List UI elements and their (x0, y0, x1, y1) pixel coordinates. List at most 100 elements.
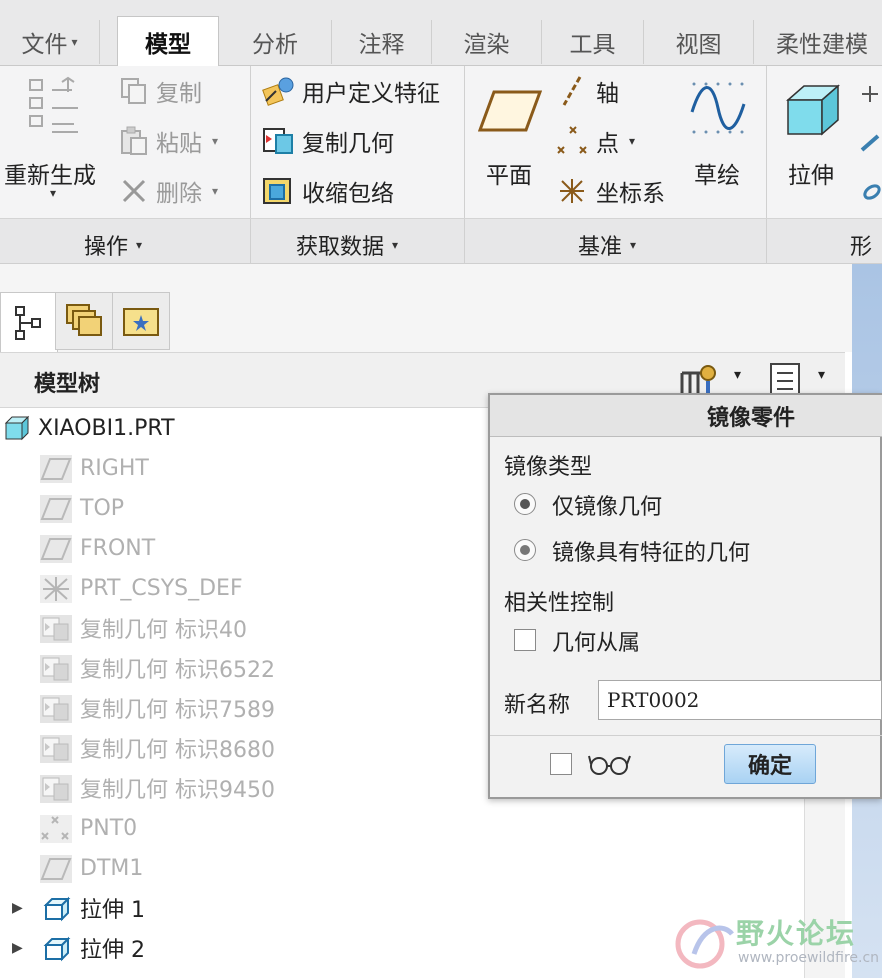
tree-item-label: 复制几何 标识7589 (80, 698, 275, 723)
tree-item-label: 复制几何 标识6522 (80, 658, 275, 683)
part-icon (4, 415, 30, 441)
geometry-dependent-checkbox[interactable]: 几何从属 (510, 625, 710, 656)
group-operations-menu[interactable]: 操作 ▾ (84, 229, 142, 261)
chevron-down-icon[interactable]: ▾ (629, 134, 635, 148)
expand-arrow-icon[interactable]: ▶ (12, 940, 23, 956)
tab-annotate[interactable]: 注释 (332, 20, 432, 64)
chevron-down-icon: ▾ (392, 238, 399, 252)
extrude-button[interactable]: 拉伸 (780, 74, 846, 214)
chevron-down-icon[interactable]: ▾ (212, 134, 218, 148)
tab-view[interactable]: 视图 (644, 20, 754, 64)
datum-plane-icon (478, 90, 542, 132)
tab-tools[interactable]: 工具 (542, 20, 644, 64)
datum-point-button[interactable]: 点 ▾ (556, 124, 635, 158)
tab-analysis[interactable]: 分析 (219, 20, 332, 64)
datum-axis-label: 轴 (596, 81, 619, 107)
dialog-title: 镜像零件 (706, 405, 795, 431)
chevron-down-icon[interactable]: ▾ (734, 367, 741, 383)
watermark-url: www.proewildfire.cn (738, 950, 880, 966)
tab-view-label: 视图 (675, 32, 722, 58)
group-get-data-label: 获取数据 (296, 235, 385, 260)
chevron-down-icon[interactable]: ▾ (818, 367, 825, 383)
glasses-icon[interactable] (588, 751, 632, 777)
shrinkwrap-button[interactable]: 收缩包络 (262, 174, 394, 208)
tab-flexible-modeling-label: 柔性建模 (776, 32, 868, 58)
paste-label: 粘贴 (156, 131, 202, 157)
radio-geometry-only[interactable]: 仅镜像几何 (510, 489, 870, 520)
forum-watermark: 野火论坛 www.proewildfire.cn (672, 910, 882, 978)
tree-item-label: TOP (80, 495, 125, 521)
sweep-icon[interactable] (858, 130, 882, 156)
copy-button[interactable]: 复制 (118, 74, 202, 108)
udf-button[interactable]: 用户定义特征 (262, 74, 440, 108)
group-datum-label: 基准 (578, 235, 623, 260)
ok-button[interactable]: 确定 (724, 744, 816, 784)
tab-model-label: 模型 (145, 32, 191, 58)
radio-button[interactable] (514, 539, 536, 561)
tree-item-label: PRT_CSYS_DEF (80, 575, 243, 601)
datum-plane-icon (40, 535, 72, 563)
chevron-down-icon: ▾ (71, 35, 78, 49)
tab-render[interactable]: 渲染 (432, 20, 542, 64)
radio-geometry-only-label: 仅镜像几何 (552, 495, 663, 520)
sketch-label: 草绘 (694, 163, 740, 189)
axis-icon (562, 76, 582, 106)
radio-with-features[interactable]: 镜像具有特征的几何 (510, 535, 870, 566)
tab-favorites[interactable] (112, 292, 170, 350)
tab-render-label: 渲染 (463, 32, 510, 58)
copy-geometry-button[interactable]: 复制几何 (262, 124, 394, 158)
copy-geometry-label: 复制几何 (302, 131, 394, 157)
chevron-down-icon[interactable]: ▾ (212, 184, 218, 198)
dialog-footer (490, 735, 882, 799)
tab-model-tree[interactable] (0, 292, 58, 352)
preview-checkbox[interactable] (550, 753, 572, 775)
tree-item-label: 复制几何 标识9450 (80, 778, 275, 803)
paste-icon (121, 126, 147, 155)
new-name-input[interactable]: PRT0002 (598, 680, 882, 720)
coordinate-system-button[interactable]: 坐标系 (556, 174, 665, 208)
tree-item-label: PNT0 (80, 815, 138, 841)
expand-arrow-icon[interactable]: ▶ (12, 900, 23, 916)
group-datum-menu[interactable]: 基准 ▾ (578, 229, 636, 261)
dialog-title-bar[interactable]: 镜像零件 (490, 395, 882, 437)
folders-icon (66, 304, 102, 336)
ribbon-group-labels: 操作▾ 获取数据▾ 基准▾ 形状 (0, 218, 882, 292)
sketch-icon (690, 82, 746, 134)
regenerate-button[interactable]: 重新生成 ▾ (4, 74, 108, 214)
datum-plane-icon (40, 495, 72, 523)
copy-geom-icon (263, 128, 293, 154)
sketch-button[interactable]: 草绘 (686, 74, 752, 214)
tab-tools-label: 工具 (569, 32, 616, 58)
csys-icon (40, 575, 72, 603)
extrude-label: 拉伸 (788, 163, 834, 189)
ribbon: 重新生成 ▾ 复制 粘贴 ▾ 删除 ▾ 用户定义特征 复制几何 收缩包络 平面 … (0, 66, 882, 218)
tab-model[interactable]: 模型 (117, 16, 219, 67)
radio-button[interactable] (514, 493, 536, 515)
copy-icon (121, 78, 146, 104)
coordinate-system-label: 坐标系 (596, 181, 665, 207)
delete-button[interactable]: 删除 ▾ (118, 174, 218, 208)
favorites-folder-icon (123, 308, 159, 336)
copy-geom-icon (40, 775, 72, 803)
ok-button-label: 确定 (747, 754, 792, 779)
tab-file[interactable]: 文件 ▾ (0, 20, 100, 64)
shrinkwrap-label: 收缩包络 (302, 181, 394, 207)
checkbox[interactable] (514, 629, 536, 651)
tab-flexible-modeling[interactable]: 柔性建模 (754, 20, 882, 64)
copy-geom-icon (40, 655, 72, 683)
extrude-icon (43, 936, 71, 962)
paste-button[interactable]: 粘贴 ▾ (118, 124, 218, 158)
datum-plane-label: 平面 (486, 163, 532, 189)
revolve-icon[interactable] (858, 82, 882, 106)
model-tree-title: 模型树 (34, 372, 101, 397)
tab-folder-browser[interactable] (55, 292, 113, 350)
regenerate-label: 重新生成 (4, 163, 96, 189)
datum-axis-button[interactable]: 轴 (556, 74, 619, 108)
copy-geom-icon (40, 695, 72, 723)
datum-plane-button[interactable]: 平面 (478, 74, 544, 214)
blend-icon[interactable] (858, 178, 882, 204)
radio-with-features-label: 镜像具有特征的几何 (552, 541, 751, 566)
shrinkwrap-icon (263, 178, 291, 204)
divider (766, 219, 767, 265)
group-get-data-menu[interactable]: 获取数据 ▾ (296, 229, 398, 261)
